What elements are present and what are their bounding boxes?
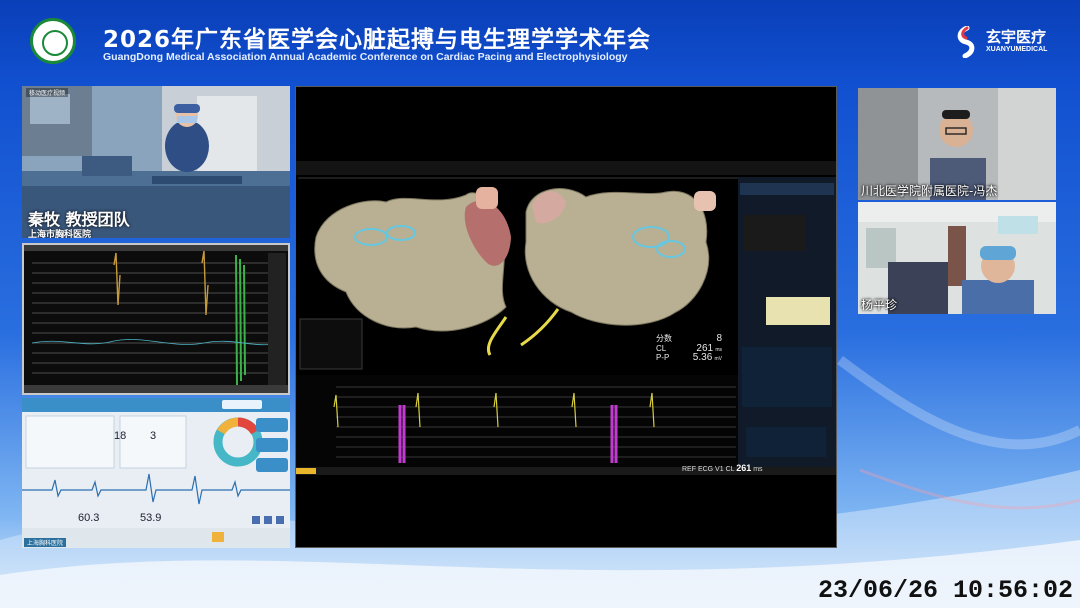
monitor-value-a: 18 [114,430,127,442]
readout-unit-cl: ms [715,346,722,353]
conference-header: 2026年广东省医学会心脏起搏与电生理学学术年会 GuangDong Medic… [0,0,1080,80]
intracardiac-ecg-panel [22,243,290,395]
brand-name-en: XUANYUMEDICAL [986,46,1048,53]
sponsor-brand: 玄宇医疗 XUANYUMEDICAL [952,24,1062,60]
ref-ecg-cl-readout: REF ECG V1 CL 261 ms [682,463,763,473]
readout-value-pp: 5.36 [692,352,713,364]
mapping-software-ui [296,87,836,547]
broadcast-timestamp: 23/06/26 10:56:02 [818,576,1074,605]
brand-name-cn: 玄宇医疗 [986,28,1047,46]
electroanatomic-mapping-screen: 分数 8 CL 261 ms P-P 5.36 mV REF ECG V1 CL 26… [295,86,837,548]
ref-ecg-value: 261 [736,463,752,473]
readout-label-count: 分数 [656,334,672,343]
conference-title: 2026年广东省医学会心脏起搏与电生理学学术年会 [103,27,652,53]
ref-ecg-unit: ms [753,466,763,473]
brand-logo-icon [957,26,975,58]
participant-video-1: 川北医学院附属医院-冯杰 [858,88,1056,200]
monitor-graphics [22,398,290,548]
monitor-value-d: 53.9 [140,512,162,524]
monitor-value-b: 3 [150,430,157,442]
readout-label-cl: CL [656,343,667,353]
conference-subtitle: GuangDong Medical Association Annual Aca… [103,51,628,63]
readout-label-pp: P-P [656,353,670,363]
operator-hospital-caption: 上海市胸科医院 [28,229,92,238]
participant-1-name: 川北医学院附属医院-冯杰 [861,184,998,198]
ref-ecg-label: REF ECG V1 CL [682,466,735,473]
mapping-readout: 分数 8 CL 261 ms P-P 5.36 mV [656,334,722,364]
monitor-source-tag: 上海胸科医院 [24,538,67,547]
participant-video-2: 杨平珍 [858,202,1056,314]
ecg-traces [24,245,288,393]
medical-association-logo [30,18,76,64]
participant-2-name: 杨平珍 [861,298,898,312]
readout-value-count: 8 [716,333,722,344]
monitor-value-c: 60.3 [78,512,100,524]
readout-unit-pp: mV [714,356,723,363]
camera-source-tag: 移动医疗视频 [26,88,69,97]
patient-monitor-panel: 18 3 60.3 53.9 上海胸科医院 [22,398,290,548]
operating-room-video: 移动医疗视频 秦牧 教授团队 上海市胸科医院 [22,86,290,238]
